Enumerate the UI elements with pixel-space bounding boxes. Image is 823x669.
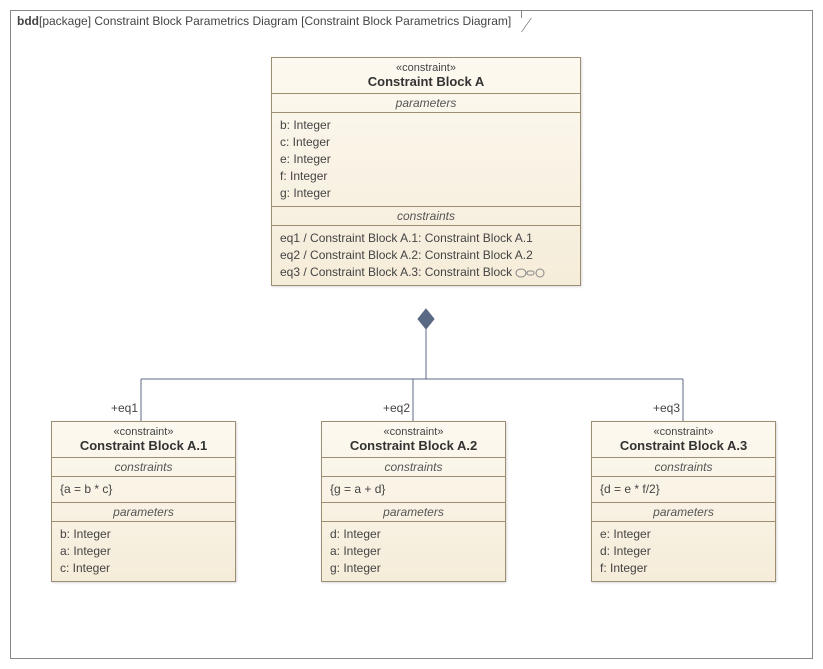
stereotype-label: «constraint»: [278, 62, 574, 74]
constraint-block-a[interactable]: «constraint» Constraint Block A paramete…: [271, 57, 581, 286]
parameters-title: parameters: [52, 503, 235, 522]
navigate-icon[interactable]: [515, 264, 545, 281]
parameters-list: b: Integer a: Integer c: Integer: [52, 522, 235, 581]
constraint-block-a2[interactable]: «constraint» Constraint Block A.2 constr…: [321, 421, 506, 582]
constraints-list: {g = a + d}: [322, 477, 505, 503]
parameters-title: parameters: [272, 94, 580, 113]
diagram-kind: bdd: [17, 14, 39, 28]
parameter: e: Integer: [600, 526, 767, 543]
constraints-list: {d = e * f/2}: [592, 477, 775, 503]
parameter: f: Integer: [600, 560, 767, 577]
parameter: d: Integer: [330, 526, 497, 543]
parameter: a: Integer: [60, 543, 227, 560]
diagram-bracket: [Constraint Block Parametrics Diagram]: [301, 14, 511, 28]
stereotype-label: «constraint»: [58, 426, 229, 438]
constraint-block-a1[interactable]: «constraint» Constraint Block A.1 constr…: [51, 421, 236, 582]
constraints-list: {a = b * c}: [52, 477, 235, 503]
diagram-title: Constraint Block Parametrics Diagram: [94, 14, 297, 28]
constraint-expr: {g = a + d}: [330, 481, 497, 498]
diagram-frame: bdd[package] Constraint Block Parametric…: [10, 10, 813, 659]
block-name: Constraint Block A: [278, 74, 574, 89]
block-name: Constraint Block A.1: [58, 438, 229, 453]
parameter: f: Integer: [280, 168, 572, 185]
constraint-ref: eq2 / Constraint Block A.2: Constraint B…: [280, 247, 572, 264]
parameter: g: Integer: [280, 185, 572, 202]
parameter: c: Integer: [60, 560, 227, 577]
diagram-header: bdd[package] Constraint Block Parametric…: [10, 10, 522, 31]
constraint-ref: eq1 / Constraint Block A.1: Constraint B…: [280, 230, 572, 247]
stereotype-label: «constraint»: [328, 426, 499, 438]
block-name: Constraint Block A.2: [328, 438, 499, 453]
constraints-title: constraints: [52, 458, 235, 477]
parameter: g: Integer: [330, 560, 497, 577]
constraint-ref: eq3 / Constraint Block A.3: Constraint B…: [280, 264, 572, 281]
parameter: b: Integer: [280, 117, 572, 134]
constraint-block-a3[interactable]: «constraint» Constraint Block A.3 constr…: [591, 421, 776, 582]
parameters-list: d: Integer a: Integer g: Integer: [322, 522, 505, 581]
role-eq1: +eq1: [111, 401, 138, 415]
constraints-title: constraints: [272, 207, 580, 226]
parameter: e: Integer: [280, 151, 572, 168]
constraint-expr: {a = b * c}: [60, 481, 227, 498]
stereotype-label: «constraint»: [598, 426, 769, 438]
parameter: b: Integer: [60, 526, 227, 543]
parameters-title: parameters: [322, 503, 505, 522]
constraints-list: eq1 / Constraint Block A.1: Constraint B…: [272, 226, 580, 285]
constraints-title: constraints: [322, 458, 505, 477]
parameter: d: Integer: [600, 543, 767, 560]
constraint-expr: {d = e * f/2}: [600, 481, 767, 498]
parameters-list: e: Integer d: Integer f: Integer: [592, 522, 775, 581]
constraints-title: constraints: [592, 458, 775, 477]
parameter: a: Integer: [330, 543, 497, 560]
parameters-title: parameters: [592, 503, 775, 522]
role-eq3: +eq3: [653, 401, 680, 415]
diagram-scope: [package]: [39, 14, 91, 28]
role-eq2: +eq2: [383, 401, 410, 415]
parameter: c: Integer: [280, 134, 572, 151]
block-name: Constraint Block A.3: [598, 438, 769, 453]
parameters-list: b: Integer c: Integer e: Integer f: Inte…: [272, 113, 580, 207]
